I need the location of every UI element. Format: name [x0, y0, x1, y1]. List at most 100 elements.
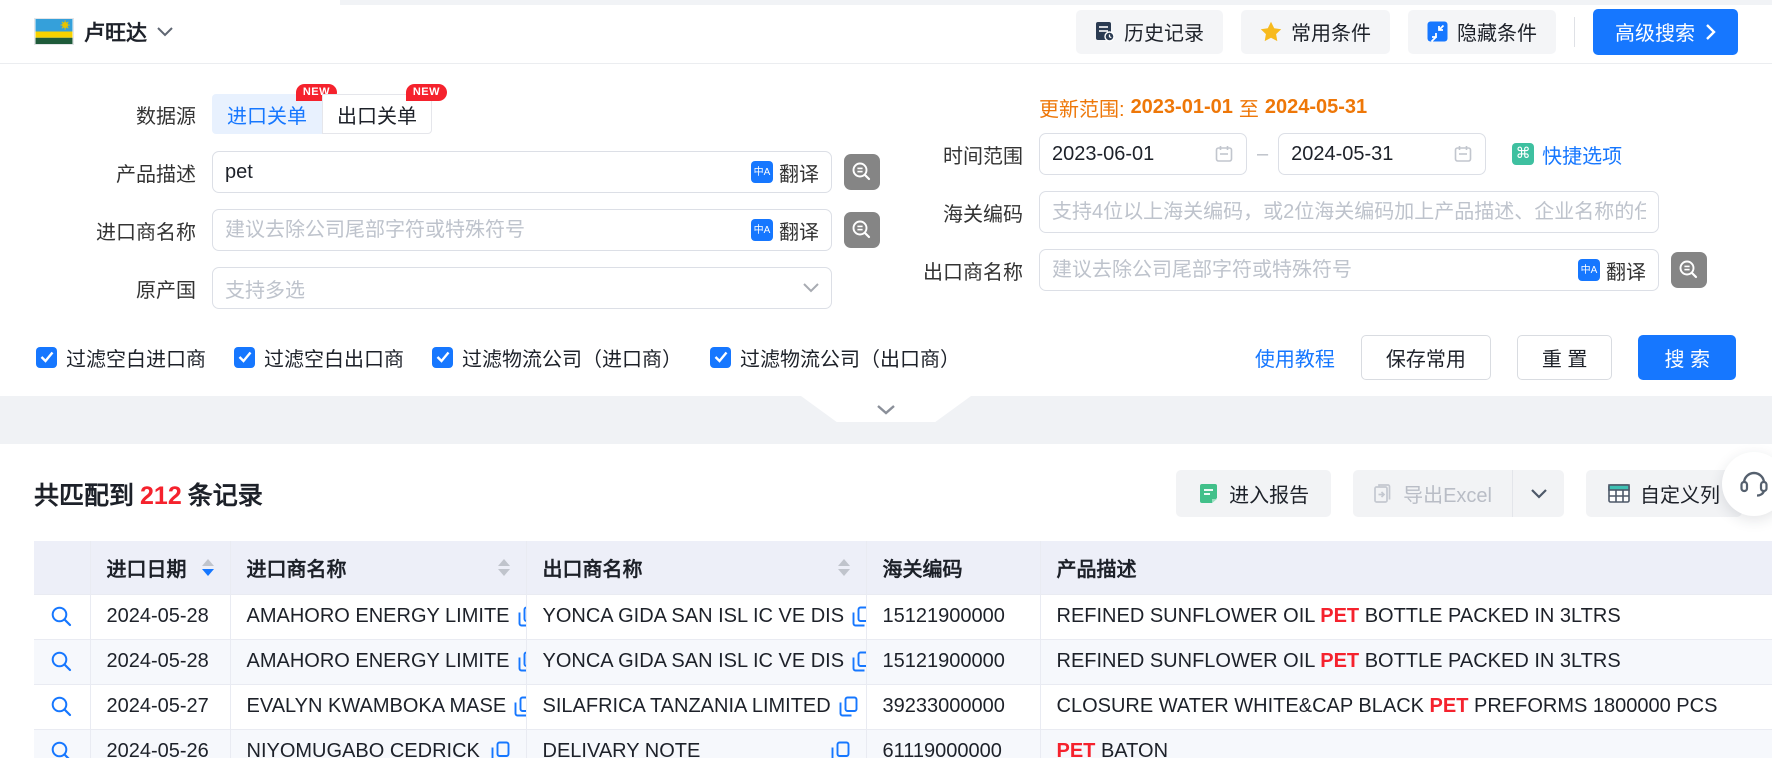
quick-options-link[interactable]: ⌘ 快捷选项 [1512, 140, 1622, 169]
cell-exporter: SILAFRICA TANZANIA LIMITED [526, 684, 866, 729]
cell-hs-code: 39233000000 [866, 684, 1040, 729]
copy-icon [852, 651, 866, 672]
translate-button[interactable]: 中A 翻译 [751, 158, 819, 187]
copy-icon [518, 651, 526, 672]
copy-button[interactable] [518, 651, 526, 672]
date-to-picker[interactable]: 2024-05-31 [1278, 133, 1486, 175]
table-header-row: 进口日期 进口商名称 出口商名称 海关编码 产品描述 [34, 541, 1772, 594]
exporter-input[interactable] [1052, 259, 1578, 282]
table-row: 2024-05-28 AMAHORO ENERGY LIMITE YONCA G… [34, 594, 1772, 639]
results-actions: 进入报告 导出Excel [1176, 470, 1742, 517]
headset-icon [1737, 467, 1771, 501]
row-detail-button[interactable] [50, 650, 74, 673]
product-desc-input[interactable] [225, 161, 751, 184]
translate-label: 翻译 [779, 216, 819, 245]
date-from-picker[interactable]: 2023-06-01 [1039, 133, 1247, 175]
update-range-to-word: 至 [1239, 93, 1259, 122]
desc-text: CLOSURE WATER WHITE&CAP BLACK [1057, 695, 1430, 717]
hide-conditions-button[interactable]: 隐藏条件 [1408, 10, 1556, 54]
checkbox-label: 过滤空白出口商 [264, 343, 404, 372]
history-icon [1095, 21, 1115, 43]
update-range-label: 更新范围: [1039, 93, 1125, 122]
hs-code-input[interactable] [1052, 201, 1646, 224]
magnifier-icon [50, 740, 73, 758]
sort-exporter[interactable] [838, 559, 850, 576]
sort-import-date[interactable] [202, 559, 214, 576]
form-action-buttons: 使用教程 保存常用 重 置 搜 索 [1255, 335, 1736, 380]
advanced-search-button[interactable]: 高级搜索 [1593, 9, 1738, 55]
date-range-dash: – [1257, 143, 1268, 166]
copy-button[interactable] [839, 696, 858, 717]
importer-name: NIYOMUGABO CEDRICK [247, 740, 480, 758]
new-badge: NEW [406, 84, 447, 101]
cell-product-desc: CLOSURE WATER WHITE&CAP BLACK PET PREFOR… [1040, 684, 1772, 729]
cell-exporter: YONCA GIDA SAN ISL IC VE DIS [526, 639, 866, 684]
copy-button[interactable] [518, 606, 526, 627]
copy-button[interactable] [852, 651, 866, 672]
row-detail-button[interactable] [50, 695, 74, 718]
enter-report-button[interactable]: 进入报告 [1176, 470, 1331, 517]
divider [1574, 17, 1575, 47]
checkbox-filter-logistics-importer[interactable]: 过滤物流公司（进口商） [432, 343, 682, 372]
chevron-down-icon [803, 283, 819, 293]
translate-button[interactable]: 中A 翻译 [1578, 256, 1646, 285]
export-options-caret[interactable] [1512, 470, 1564, 517]
history-button[interactable]: 历史记录 [1076, 10, 1223, 54]
desc-text: BOTTLE PACKED IN 3LTRS [1359, 650, 1621, 672]
header-label: 出口商名称 [543, 553, 643, 582]
sort-importer[interactable] [498, 559, 510, 576]
reset-button[interactable]: 重 置 [1517, 335, 1613, 380]
hs-code-field [1039, 191, 1659, 233]
tutorial-link[interactable]: 使用教程 [1255, 343, 1335, 372]
cell-import-date: 2024-05-28 [90, 594, 230, 639]
header-actions: 历史记录 常用条件 隐藏条件 高级搜索 [1076, 9, 1738, 55]
cell-product-desc: REFINED SUNFLOWER OIL PET BOTTLE PACKED … [1040, 639, 1772, 684]
row-detail-button[interactable] [50, 605, 74, 628]
collapse-panel-toggle[interactable] [801, 396, 971, 422]
favorites-label: 常用条件 [1291, 17, 1371, 46]
row-detail-button[interactable] [50, 740, 74, 758]
history-label: 历史记录 [1124, 17, 1204, 46]
magnifier-icon [50, 605, 73, 628]
exact-match-button[interactable] [1671, 252, 1707, 288]
importer-name: AMAHORO ENERGY LIMITE [247, 605, 510, 628]
translate-button[interactable]: 中A 翻译 [751, 216, 819, 245]
copy-button[interactable] [514, 696, 526, 717]
save-favorite-button[interactable]: 保存常用 [1361, 335, 1491, 380]
tab-import-declaration[interactable]: 进口关单 NEW [212, 94, 322, 134]
export-excel-button[interactable]: 导出Excel [1353, 470, 1512, 517]
favorites-button[interactable]: 常用条件 [1241, 10, 1390, 54]
exporter-field: 中A 翻译 [1039, 249, 1659, 291]
checkbox-checked-icon [36, 347, 57, 368]
enter-report-label: 进入报告 [1229, 479, 1309, 508]
collapse-icon [1427, 21, 1448, 42]
customize-columns-button[interactable]: 自定义列 [1586, 470, 1742, 517]
country-selector[interactable]: 卢旺达 [34, 17, 173, 47]
copy-button[interactable] [831, 741, 850, 758]
magnifier-icon [50, 650, 73, 673]
table-row: 2024-05-28 AMAHORO ENERGY LIMITE YONCA G… [34, 639, 1772, 684]
header-label: 进口日期 [107, 553, 187, 582]
checkbox-filter-logistics-exporter[interactable]: 过滤物流公司（出口商） [710, 343, 960, 372]
advanced-search-label: 高级搜索 [1615, 17, 1695, 46]
magnifier-icon [50, 695, 73, 718]
copy-button[interactable] [852, 606, 866, 627]
copy-icon [514, 696, 526, 717]
checkbox-filter-blank-importer[interactable]: 过滤空白进口商 [36, 343, 206, 372]
exact-match-button[interactable] [844, 154, 880, 190]
copy-button[interactable] [491, 741, 510, 758]
importer-input[interactable] [225, 219, 751, 242]
search-button[interactable]: 搜 索 [1638, 335, 1736, 380]
cell-importer: AMAHORO ENERGY LIMITE [230, 639, 526, 684]
checkbox-checked-icon [432, 347, 453, 368]
tab-export-declaration[interactable]: 出口关单 NEW [322, 94, 432, 134]
origin-country-select[interactable]: 支持多选 [212, 267, 832, 309]
checkbox-label: 过滤物流公司（进口商） [462, 343, 682, 372]
desc-highlight: PET [1057, 740, 1096, 758]
cell-exporter: DELIVARY NOTE [526, 729, 866, 758]
tab-label: 出口关单 [337, 100, 417, 129]
exporter-name: YONCA GIDA SAN ISL IC VE DIS [543, 605, 845, 628]
header-exporter: 出口商名称 [526, 541, 866, 594]
checkbox-filter-blank-exporter[interactable]: 过滤空白出口商 [234, 343, 404, 372]
exact-match-button[interactable] [844, 212, 880, 248]
